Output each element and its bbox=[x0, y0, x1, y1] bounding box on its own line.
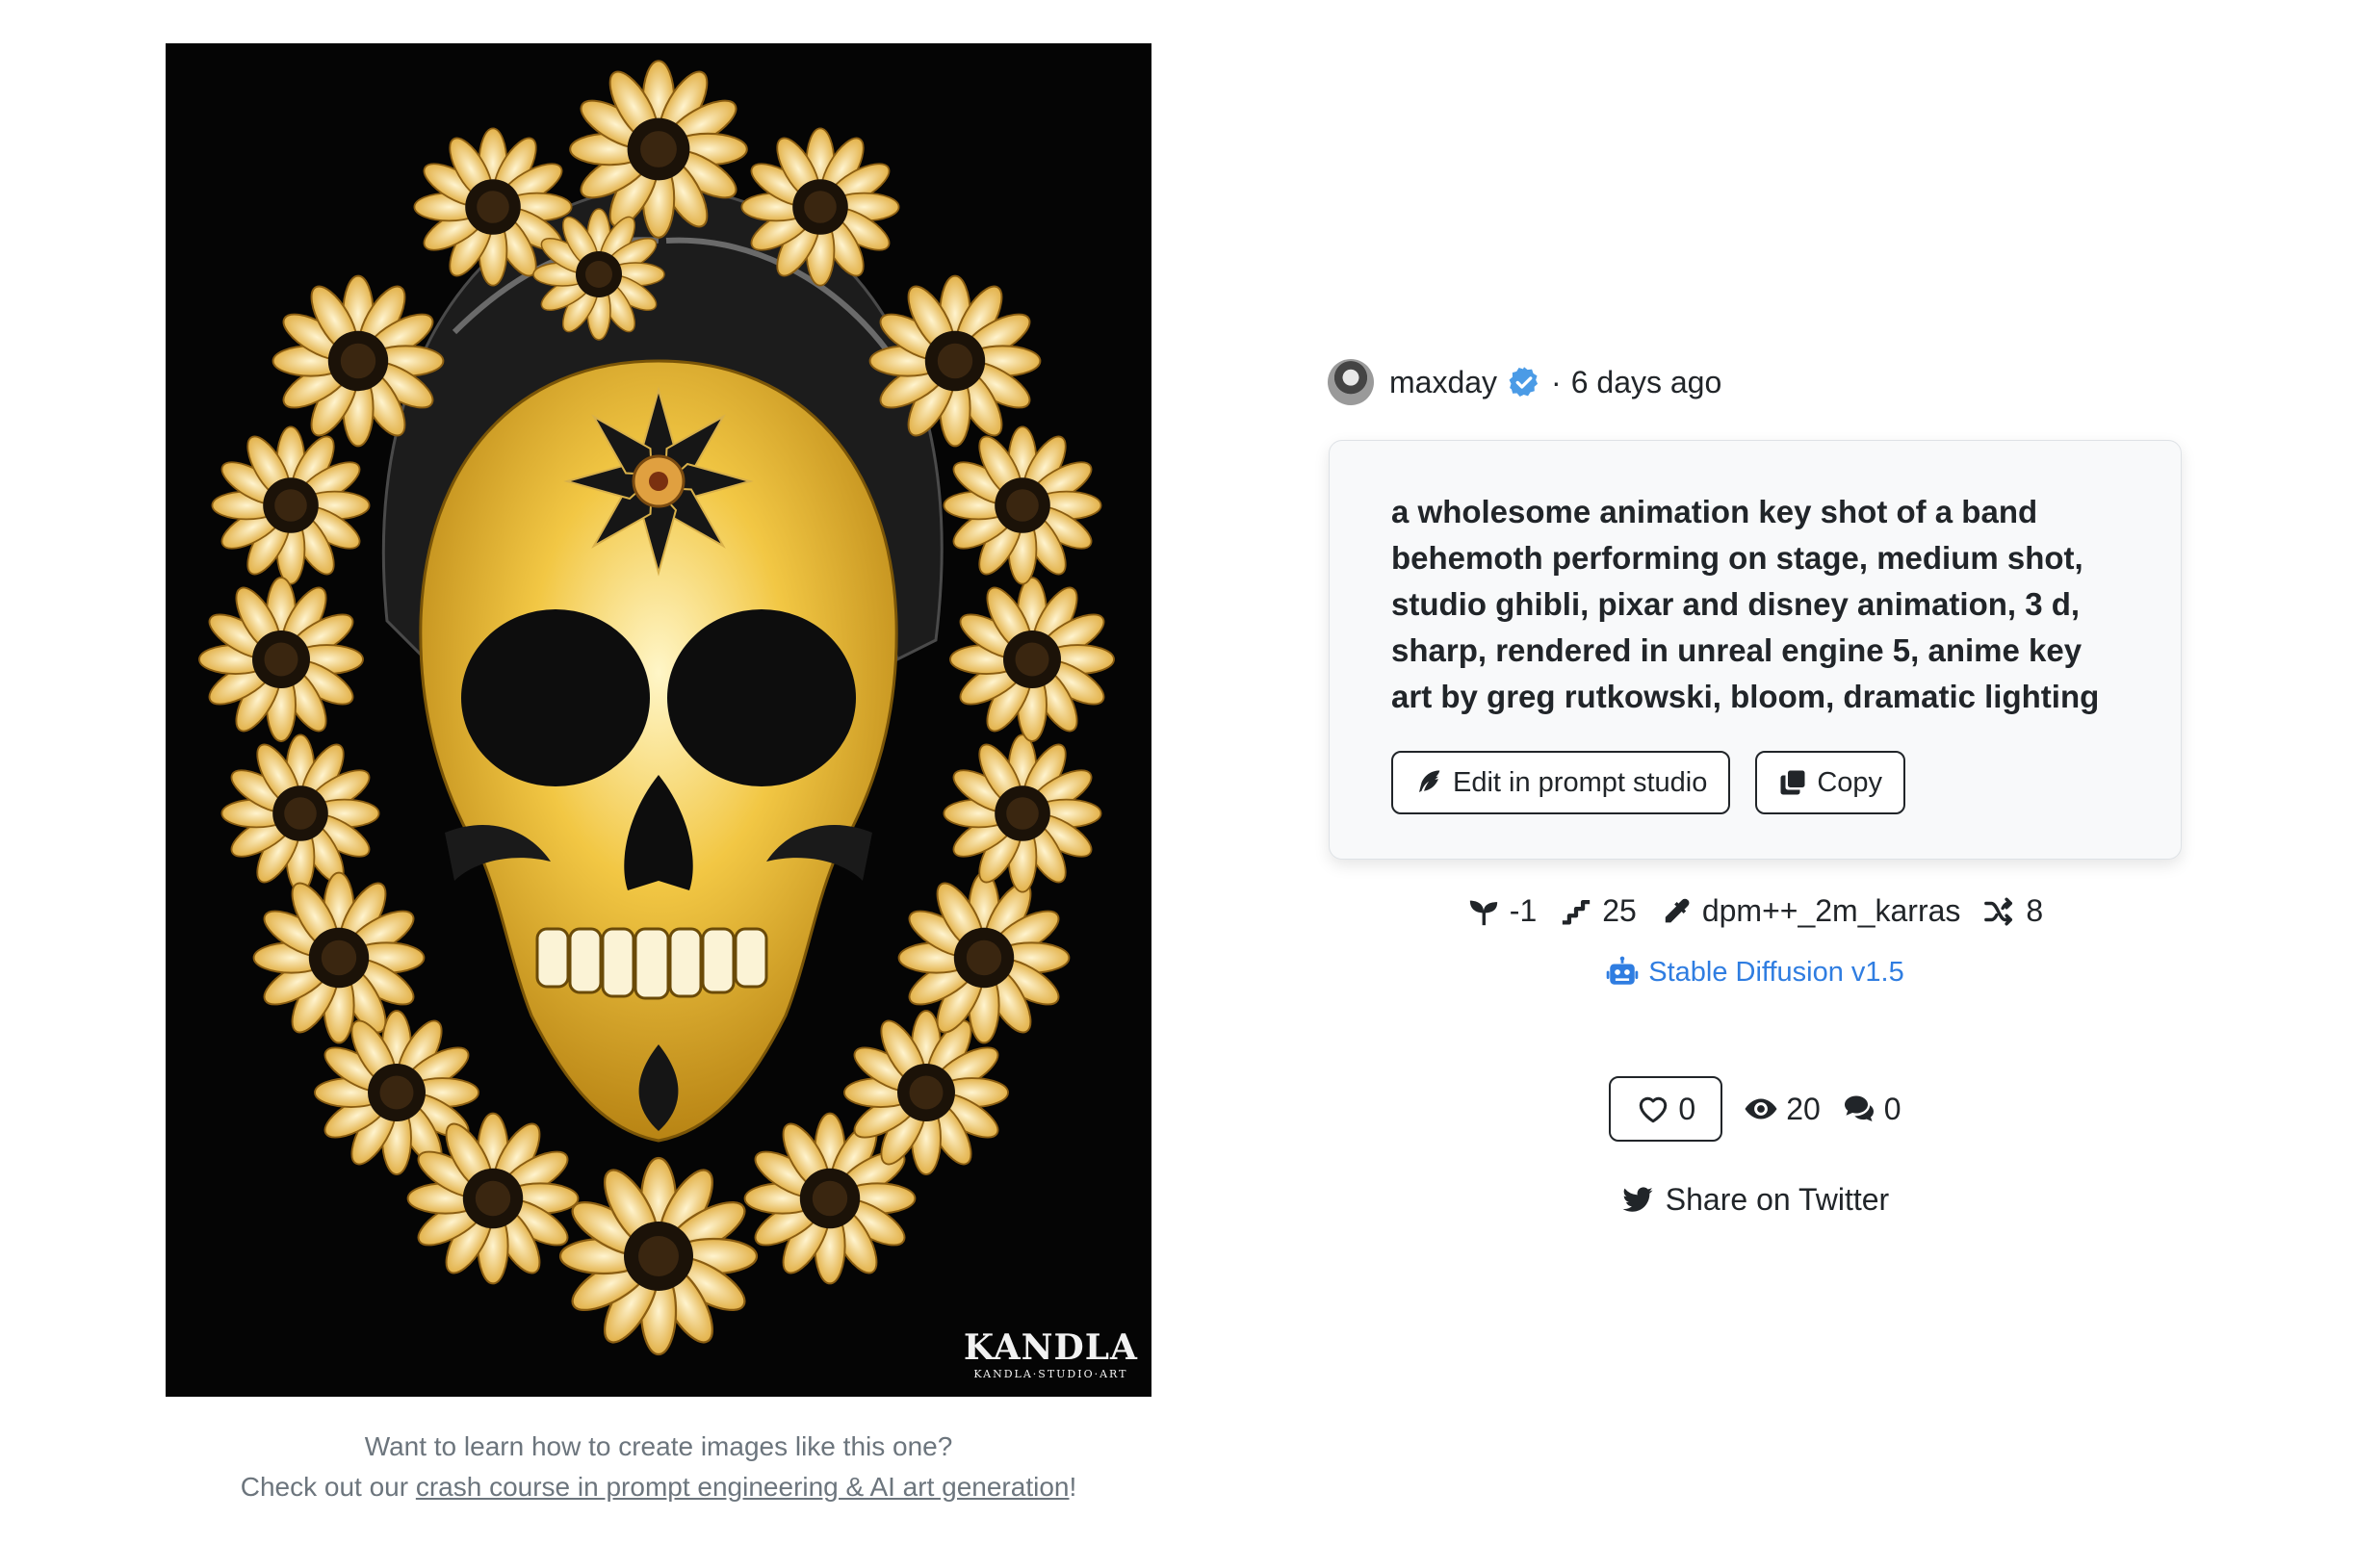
copy-label: Copy bbox=[1817, 766, 1883, 798]
learn-line-2: Check out our crash course in prompt eng… bbox=[166, 1467, 1151, 1507]
generation-params: -1 25 dpm++_2m_karras 8 bbox=[1329, 893, 2182, 929]
generated-image[interactable]: KANDLA KANDLA·STUDIO·ART bbox=[166, 43, 1151, 1397]
sampler-param: dpm++_2m_karras bbox=[1660, 893, 1961, 929]
author-separator: · bbox=[1551, 364, 1562, 399]
seedling-icon bbox=[1469, 900, 1497, 925]
share-label: Share on Twitter bbox=[1665, 1182, 1890, 1217]
prompt-text: a wholesome animation key shot of a band… bbox=[1391, 494, 2100, 714]
prompt-card: a wholesome animation key shot of a band… bbox=[1329, 440, 2182, 860]
seed-param: -1 bbox=[1467, 893, 1537, 929]
likes-count: 0 bbox=[1678, 1091, 1696, 1126]
artwork-watermark: KANDLA KANDLA·STUDIO·ART bbox=[963, 1327, 1138, 1380]
author-name[interactable]: maxday bbox=[1389, 365, 1497, 400]
author-line: maxday · 6 days ago bbox=[1328, 359, 1721, 405]
learn-line-1: Want to learn how to create images like … bbox=[364, 1431, 953, 1461]
edit-in-prompt-studio-button[interactable]: Edit in prompt studio bbox=[1391, 751, 1731, 814]
skull-sunflower-artwork bbox=[166, 43, 1151, 1397]
share-on-twitter-button[interactable]: Share on Twitter bbox=[1329, 1182, 2182, 1218]
learn-more-text: Want to learn how to create images like … bbox=[166, 1427, 1151, 1507]
sampler-value: dpm++_2m_karras bbox=[1701, 893, 1961, 928]
steps-param: 25 bbox=[1560, 893, 1637, 929]
robot-icon bbox=[1606, 956, 1639, 985]
comments-icon bbox=[1844, 1095, 1874, 1122]
cfg-param: 8 bbox=[1983, 893, 2043, 929]
learn-suffix: ! bbox=[1069, 1472, 1077, 1502]
copy-button[interactable]: Copy bbox=[1755, 751, 1906, 814]
feather-icon bbox=[1419, 770, 1440, 792]
comments-stat[interactable]: 0 bbox=[1842, 1092, 1901, 1127]
seed-value: -1 bbox=[1509, 893, 1538, 928]
heart-icon bbox=[1640, 1096, 1668, 1123]
twitter-icon bbox=[1622, 1186, 1653, 1212]
page: KANDLA KANDLA·STUDIO·ART Want to learn h… bbox=[0, 0, 2380, 1544]
avatar[interactable] bbox=[1328, 359, 1374, 405]
verified-badge-icon bbox=[1509, 367, 1539, 397]
views-count: 20 bbox=[1786, 1091, 1821, 1126]
cfg-value: 8 bbox=[2026, 893, 2044, 928]
engagement-stats: 0 20 0 bbox=[1329, 1076, 2182, 1142]
prompt-actions: Edit in prompt studio Copy bbox=[1391, 751, 2121, 814]
copy-icon bbox=[1780, 770, 1805, 795]
stairs-icon bbox=[1563, 899, 1591, 924]
model-label: Stable Diffusion v1.5 bbox=[1648, 956, 1904, 988]
post-age: 6 days ago bbox=[1570, 364, 1722, 399]
eyedropper-icon bbox=[1665, 898, 1690, 922]
like-button[interactable]: 0 bbox=[1609, 1076, 1723, 1142]
model-link[interactable]: Stable Diffusion v1.5 bbox=[1329, 956, 2182, 989]
eye-icon bbox=[1745, 1098, 1777, 1119]
steps-value: 25 bbox=[1602, 893, 1637, 928]
learn-prefix: Check out our bbox=[240, 1472, 416, 1502]
crash-course-link[interactable]: crash course in prompt engineering & AI … bbox=[416, 1472, 1070, 1502]
comments-count: 0 bbox=[1883, 1091, 1901, 1126]
views-stat: 20 bbox=[1744, 1092, 1821, 1127]
edit-label: Edit in prompt studio bbox=[1453, 766, 1708, 798]
shuffle-icon bbox=[1984, 897, 2013, 925]
